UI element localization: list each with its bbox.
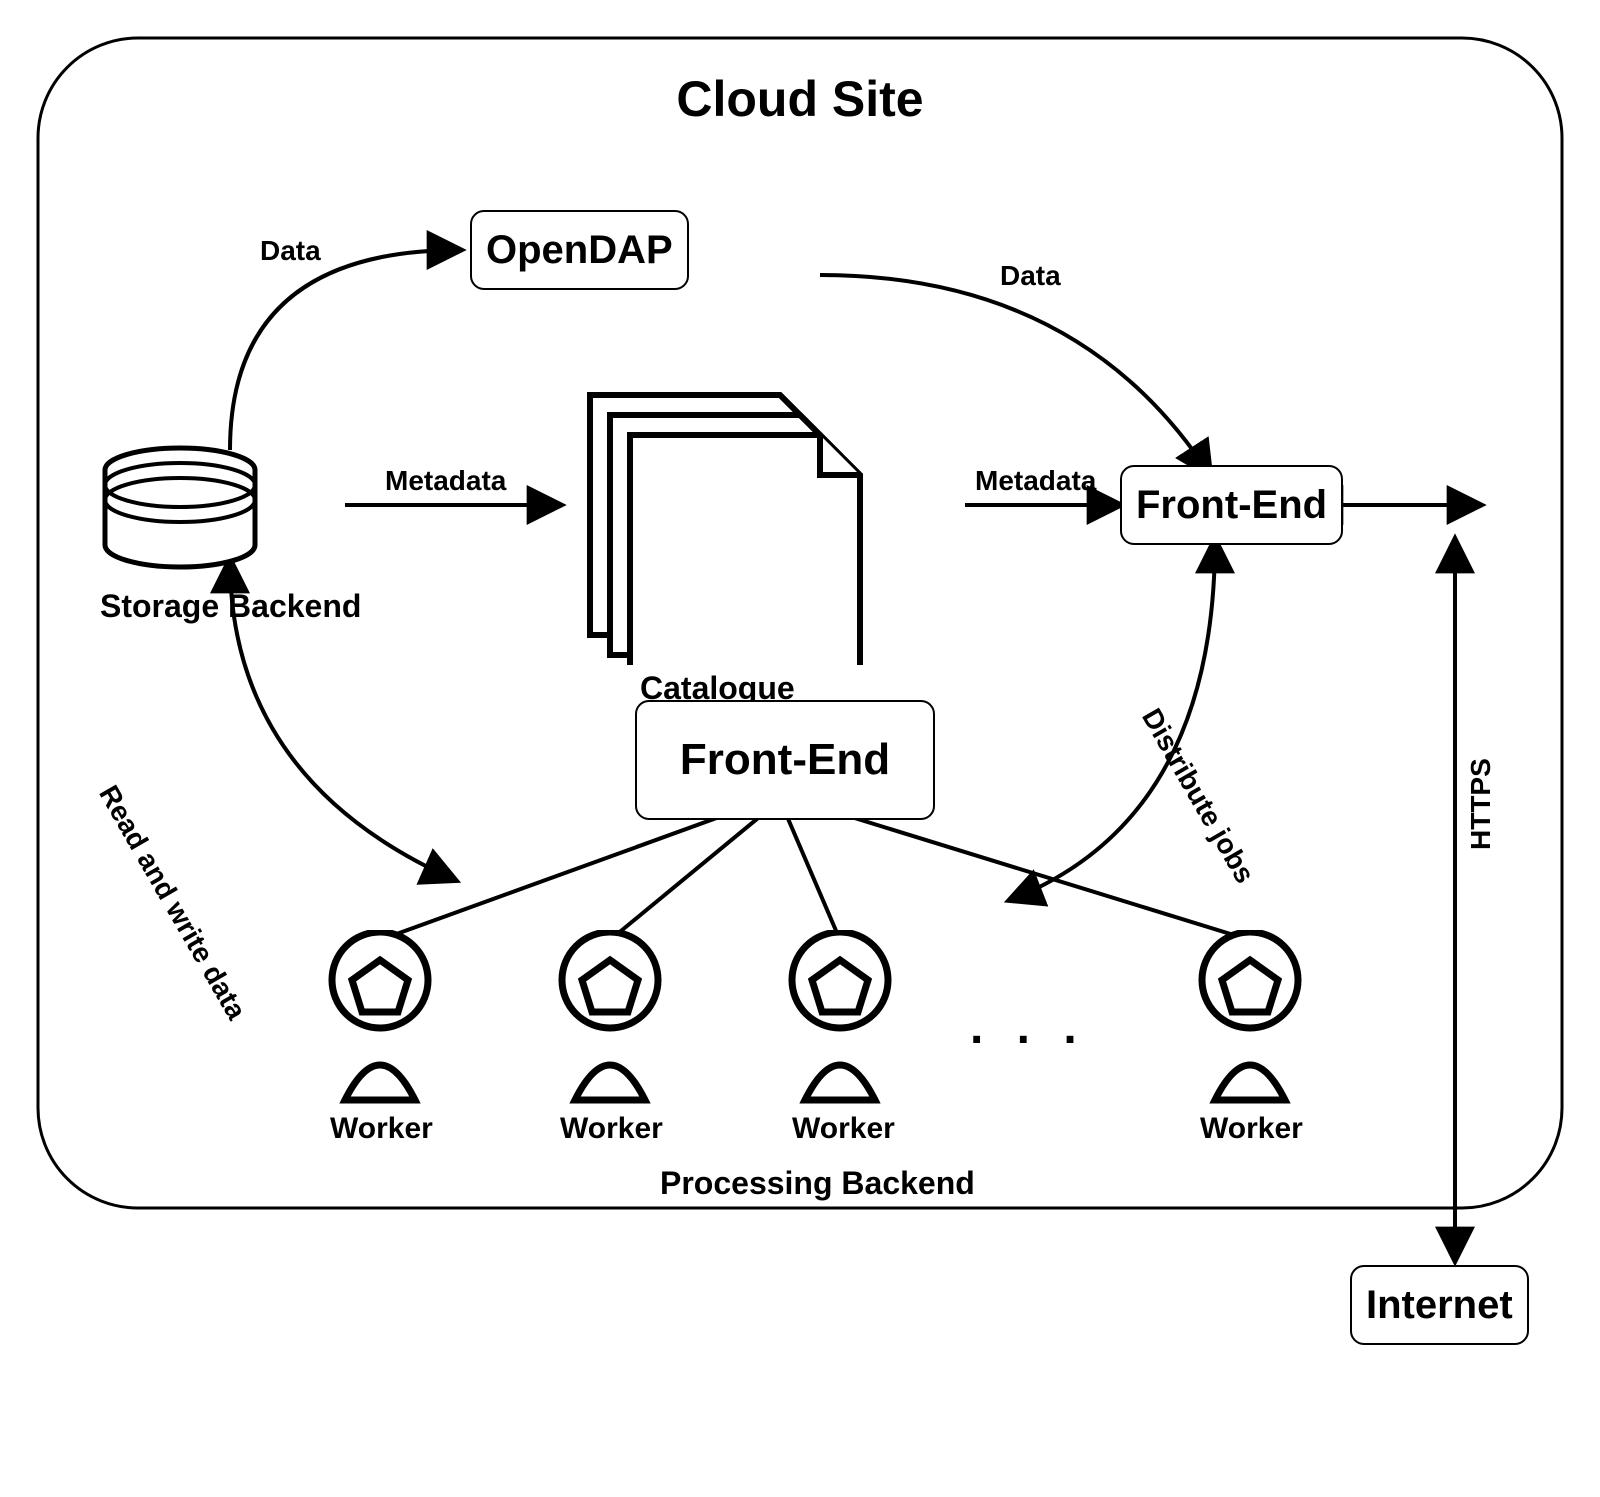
worker-node-2 (550, 930, 670, 1110)
cloud-title: Cloud Site (676, 70, 923, 128)
worker-label-4: Worker (1200, 1112, 1303, 1146)
worker-node-4 (1190, 930, 1310, 1110)
worker-label-3: Worker (792, 1112, 895, 1146)
edge-frontend-internet: HTTPS (1465, 758, 1497, 850)
diagram-canvas: Cloud Site Storage Backend OpenDAP Catal… (0, 0, 1600, 1497)
person-icon (320, 930, 440, 1105)
worker-node-1 (320, 930, 440, 1110)
processing-backend-label: Processing Backend (660, 1165, 975, 1202)
edge-catalogue-frontend: Metadata (975, 465, 1096, 497)
worker-node-3 (780, 930, 900, 1110)
edge-storage-opendap: Data (260, 235, 321, 267)
processing-hub-node: Front-End (635, 700, 935, 820)
edge-opendap-frontend: Data (1000, 260, 1061, 292)
edge-storage-catalogue: Metadata (385, 465, 506, 497)
files-icon (560, 385, 880, 665)
person-icon (1190, 930, 1310, 1105)
worker-label-1: Worker (330, 1112, 433, 1146)
person-icon (550, 930, 670, 1105)
internet-node: Internet (1350, 1265, 1529, 1345)
worker-label-2: Worker (560, 1112, 663, 1146)
worker-ellipsis: . . . (970, 1000, 1087, 1055)
frontend-node: Front-End (1120, 465, 1343, 545)
catalogue-node (560, 385, 880, 670)
person-icon (780, 930, 900, 1105)
opendap-node: OpenDAP (470, 210, 689, 290)
storage-label: Storage Backend (100, 588, 361, 625)
